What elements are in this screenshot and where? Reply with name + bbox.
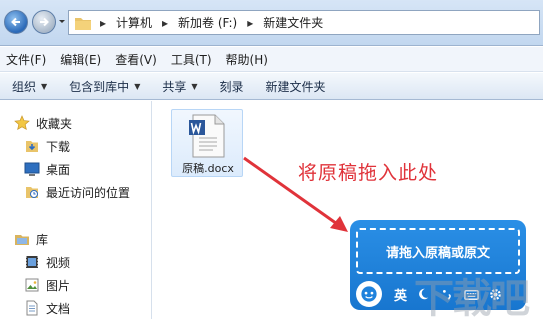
recent-places-icon: [24, 184, 40, 200]
share-button[interactable]: 共享 ▼: [150, 78, 207, 95]
nav-downloads-label: 下载: [46, 139, 71, 154]
nav-pictures-label: 图片: [46, 278, 71, 293]
forward-arrow-icon: [40, 17, 49, 27]
video-icon: [24, 254, 40, 270]
organize-button[interactable]: 组织 ▼: [0, 78, 57, 95]
nav-libraries-label: 库: [36, 232, 49, 247]
chevron-right-icon[interactable]: ▸: [158, 16, 172, 30]
new-folder-label: 新建文件夹: [265, 79, 326, 94]
address-box[interactable]: ▸ 计算机 ▸ 新加卷 (F:) ▸ 新建文件夹: [68, 10, 540, 35]
nav-videos[interactable]: 视频: [24, 252, 70, 272]
nav-recent-label: 最近访问的位置: [46, 185, 131, 200]
command-bar: 组织 ▼ 包含到库中 ▼ 共享 ▼ 刻录 新建文件夹: [0, 73, 543, 100]
file-item[interactable]: 原稿.docx: [171, 109, 243, 177]
include-in-library-button[interactable]: 包含到库中 ▼: [57, 78, 150, 95]
caret-down-icon: ▼: [41, 81, 48, 91]
caret-down-icon: ▼: [191, 81, 198, 91]
nav-favorites[interactable]: 收藏夹: [14, 113, 72, 133]
back-arrow-icon: [11, 17, 20, 27]
star-icon: [14, 115, 30, 131]
nav-recent-places[interactable]: 最近访问的位置: [24, 182, 130, 202]
menu-view[interactable]: 查看(V): [108, 51, 164, 68]
history-dropdown-icon[interactable]: [58, 18, 66, 26]
burn-label: 刻录: [219, 79, 244, 94]
breadcrumb-drive[interactable]: 新加卷 (F:): [172, 14, 243, 31]
nav-documents[interactable]: 文档: [24, 298, 70, 318]
menu-bar: 文件(F) 编辑(E) 查看(V) 工具(T) 帮助(H): [0, 47, 543, 72]
breadcrumb-folder[interactable]: 新建文件夹: [257, 14, 329, 31]
nav-videos-label: 视频: [46, 255, 71, 270]
watermark-logo: 下载吧: [414, 276, 530, 319]
menu-file[interactable]: 文件(F): [0, 51, 53, 68]
menu-tools[interactable]: 工具(T): [164, 51, 219, 68]
file-name: 原稿.docx: [182, 162, 234, 175]
ime-language-toggle[interactable]: 英: [394, 285, 407, 304]
share-label: 共享: [162, 79, 187, 94]
document-icon: [24, 300, 40, 316]
folder-icon: [75, 17, 91, 30]
new-folder-button[interactable]: 新建文件夹: [254, 78, 336, 95]
address-row: ▸ 计算机 ▸ 新加卷 (F:) ▸ 新建文件夹: [0, 0, 543, 46]
nav-downloads[interactable]: 下载: [24, 136, 70, 156]
nav-desktop-label: 桌面: [46, 162, 71, 177]
nav-libraries[interactable]: 库: [14, 229, 48, 249]
forward-button[interactable]: [32, 10, 56, 34]
drag-hint-text: 将原稿拖入此处: [298, 162, 439, 184]
drop-prompt: 请拖入原稿或原文: [385, 245, 490, 261]
desktop-icon: [24, 161, 40, 177]
breadcrumb-computer[interactable]: 计算机: [110, 14, 158, 31]
burn-button[interactable]: 刻录: [208, 78, 254, 95]
library-icon: [14, 231, 30, 247]
menu-edit[interactable]: 编辑(E): [53, 51, 108, 68]
navigation-pane: 收藏夹 下载 桌面 最近访问的位置 库 视频 图片 文档: [0, 101, 152, 319]
word-document-icon: [189, 114, 225, 158]
nav-favorites-label: 收藏夹: [36, 116, 73, 131]
back-button[interactable]: [4, 10, 28, 34]
chevron-right-icon[interactable]: ▸: [96, 16, 110, 30]
organize-label: 组织: [12, 79, 37, 94]
picture-icon: [24, 277, 40, 293]
nav-pictures[interactable]: 图片: [24, 275, 70, 295]
downloads-folder-icon: [24, 138, 40, 154]
caret-down-icon: ▼: [134, 81, 141, 91]
nav-documents-label: 文档: [46, 301, 71, 316]
chevron-right-icon[interactable]: ▸: [243, 16, 257, 30]
nav-desktop[interactable]: 桌面: [24, 159, 70, 179]
ime-logo-icon[interactable]: [356, 281, 382, 307]
menu-help[interactable]: 帮助(H): [219, 51, 275, 68]
include-in-library-label: 包含到库中: [69, 79, 130, 94]
